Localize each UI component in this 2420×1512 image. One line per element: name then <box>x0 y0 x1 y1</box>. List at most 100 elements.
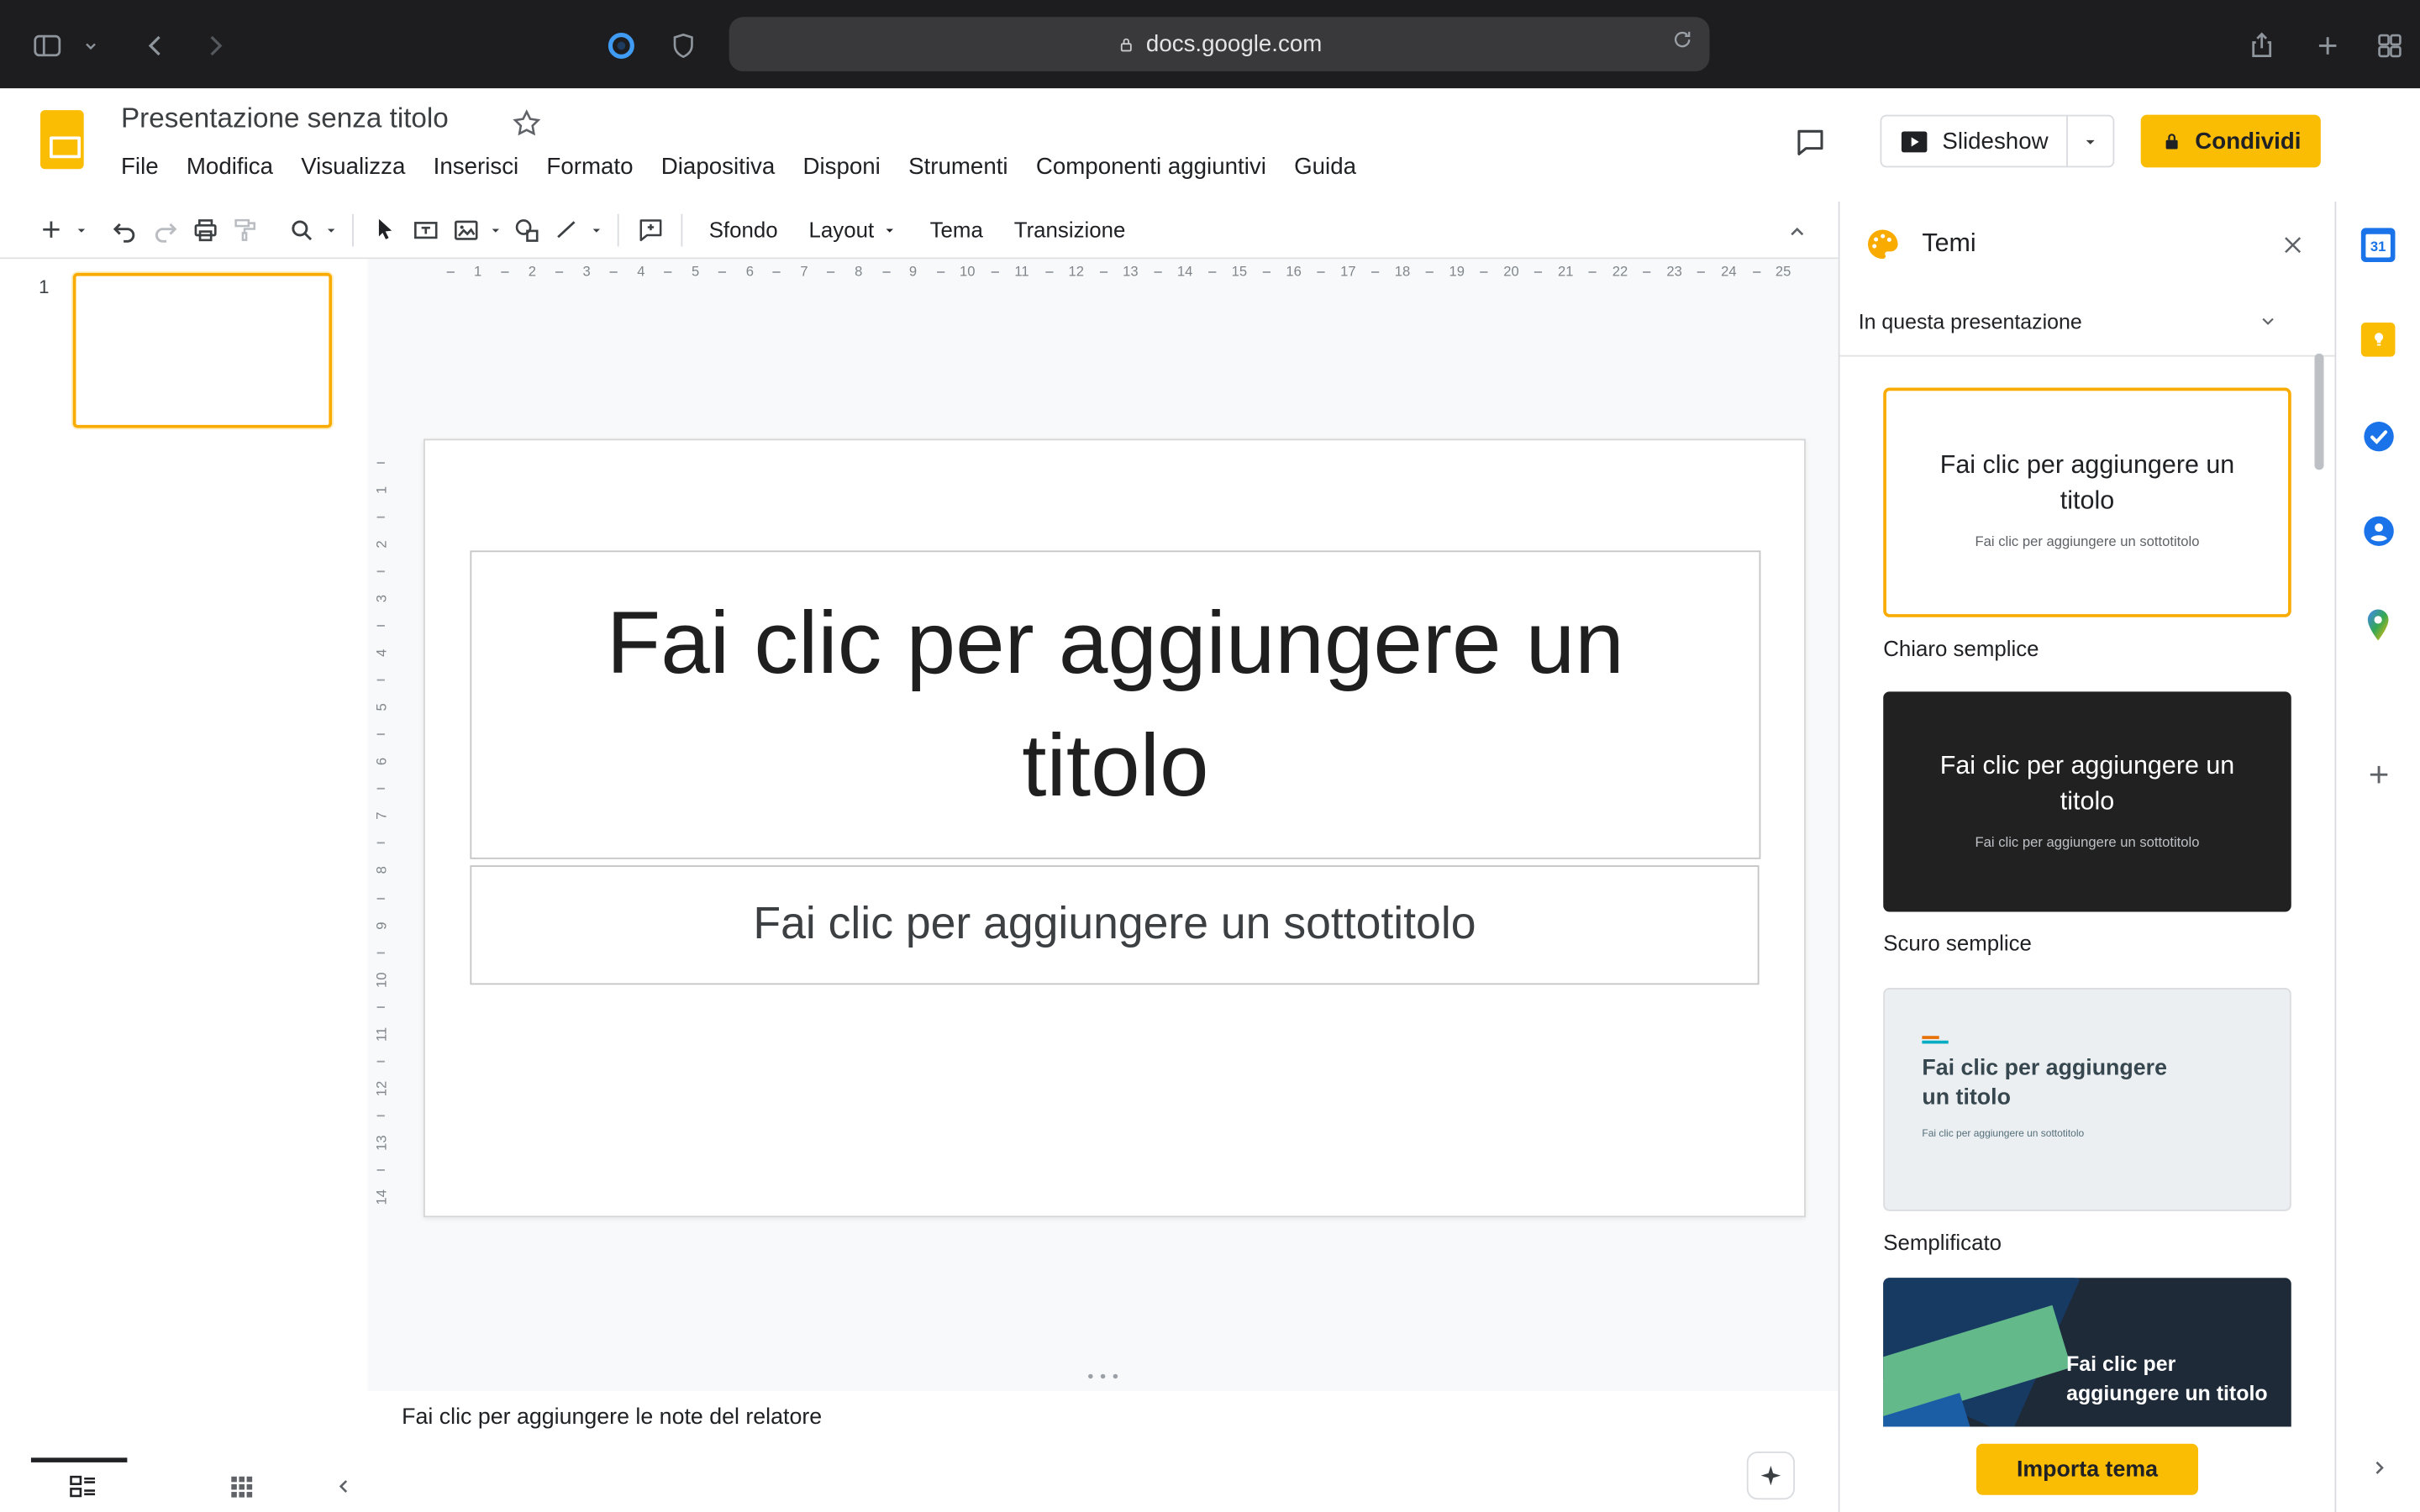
filmstrip-footer <box>0 1457 368 1512</box>
new-tab-icon[interactable] <box>2308 26 2345 63</box>
sidebar-icon[interactable] <box>28 26 65 63</box>
collapse-rail-icon[interactable] <box>2358 1446 2398 1487</box>
import-theme-button[interactable]: Importa tema <box>1976 1444 2198 1495</box>
share-icon[interactable] <box>2244 26 2281 63</box>
address-bar[interactable]: docs.google.com <box>729 17 1710 71</box>
new-slide-dropdown-icon[interactable] <box>71 209 92 249</box>
contacts-icon[interactable] <box>2358 510 2398 550</box>
textbox-icon[interactable] <box>405 209 445 249</box>
title-placeholder-text: Fai clic per aggiungere un titolo <box>471 582 1759 827</box>
print-icon[interactable] <box>185 209 225 249</box>
image-icon[interactable] <box>445 209 486 249</box>
chevron-down-icon <box>881 221 898 238</box>
add-comment-icon[interactable] <box>630 209 671 249</box>
chevron-down-icon <box>2257 310 2279 332</box>
document-title[interactable]: Presentazione senza titolo <box>121 102 449 135</box>
explore-button[interactable] <box>1747 1452 1795 1499</box>
slideshow-dropdown[interactable] <box>2067 116 2113 165</box>
menu-componenti-aggiuntivi[interactable]: Componenti aggiuntivi <box>1022 149 1280 184</box>
new-slide-button[interactable] <box>31 209 71 249</box>
speaker-notes-placeholder: Fai clic per aggiungere le note del rela… <box>402 1405 822 1431</box>
notes-resize-handle[interactable] <box>1088 1374 1118 1379</box>
slides-logo-icon[interactable] <box>40 110 84 169</box>
shape-icon[interactable] <box>506 209 546 249</box>
menu-file[interactable]: File <box>107 149 172 184</box>
subtitle-placeholder-text: Fai clic per aggiungere un sottotitolo <box>753 900 1476 951</box>
menu-modifica[interactable]: Modifica <box>172 149 287 184</box>
collapse-filmstrip-icon[interactable] <box>326 1470 360 1501</box>
slide-number: 1 <box>39 276 49 298</box>
zoom-icon[interactable] <box>281 209 321 249</box>
extension-icon[interactable] <box>602 26 639 63</box>
collapse-toolbar-icon[interactable] <box>1776 211 1817 251</box>
menu-disponi[interactable]: Disponi <box>789 149 895 184</box>
layout-button[interactable]: Layout <box>793 209 914 249</box>
screen: docs.google.com Presentazione senza tito… <box>0 0 2420 1512</box>
menu-inserisci[interactable]: Inserisci <box>419 149 533 184</box>
zoom-dropdown-icon[interactable] <box>321 209 341 249</box>
theme-button[interactable]: Tema <box>914 209 998 249</box>
image-dropdown-icon[interactable] <box>486 209 506 249</box>
redo-icon[interactable] <box>145 209 185 249</box>
theme-card-chiaro-semplice[interactable]: Fai clic per aggiungere un titoloFai cli… <box>1883 388 2291 617</box>
menu-strumenti[interactable]: Strumenti <box>894 149 1022 184</box>
explore-icon <box>1758 1462 1784 1488</box>
ruler-mark: 5 <box>374 696 389 721</box>
tasks-icon[interactable] <box>2358 416 2398 456</box>
transition-button[interactable]: Transizione <box>998 209 1141 249</box>
theme-card-partial-3[interactable]: Fai clic per aggiungere un titolo <box>1883 1278 2291 1426</box>
close-icon[interactable] <box>2274 226 2311 263</box>
slideshow-button[interactable]: Slideshow <box>1881 115 2115 168</box>
title-placeholder[interactable]: Fai clic per aggiungere un titolo <box>470 550 1760 858</box>
ruler-mark: 2 <box>374 532 389 557</box>
speaker-notes[interactable]: Fai clic per aggiungere le note del rela… <box>368 1391 1839 1512</box>
ruler-mark: 7 <box>374 804 389 829</box>
back-icon[interactable] <box>136 26 173 63</box>
slide-editor[interactable]: Fai clic per aggiungere un titolo Fai cl… <box>424 438 1806 1217</box>
ruler-mark: 19 <box>1444 264 1470 279</box>
ruler-mark: 8 <box>374 858 389 884</box>
comment-icon[interactable] <box>1787 119 1833 165</box>
share-button[interactable]: Condividi <box>2141 115 2322 168</box>
tab-overview-icon[interactable] <box>2370 26 2407 63</box>
slide-thumbnail[interactable] <box>73 273 332 428</box>
ruler-mark: 11 <box>1009 264 1034 279</box>
reload-icon[interactable] <box>1670 28 1694 51</box>
menu-guida[interactable]: Guida <box>1280 149 1370 184</box>
undo-icon[interactable] <box>104 209 145 249</box>
ruler-mark: 8 <box>846 264 871 279</box>
star-icon[interactable] <box>510 107 544 141</box>
panel-scrollbar[interactable] <box>2314 354 2323 470</box>
cursor-icon[interactable] <box>365 209 405 249</box>
ruler-mark: 3 <box>574 264 599 279</box>
menu-formato[interactable]: Formato <box>533 149 647 184</box>
filmstrip-view-icon[interactable] <box>66 1470 100 1501</box>
background-button[interactable]: Sfondo <box>693 209 793 249</box>
theme-card-title: Fai clic per aggiungere un titolo <box>2066 1349 2268 1408</box>
in-this-presentation-row[interactable]: In questa presentazione <box>1840 287 2335 357</box>
shield-icon[interactable] <box>664 26 701 63</box>
theme-card-semplificato[interactable]: Fai clic per aggiungere un titoloFai cli… <box>1883 988 2291 1211</box>
line-dropdown-icon[interactable] <box>587 209 607 249</box>
theme-card-title: Fai clic per aggiungere un titolo <box>1883 749 2291 821</box>
play-icon <box>1901 129 1928 153</box>
paint-format-icon[interactable] <box>225 209 266 249</box>
line-icon[interactable] <box>546 209 587 249</box>
add-addon-icon[interactable] <box>2358 753 2398 794</box>
menu-visualizza[interactable]: Visualizza <box>287 149 419 184</box>
keep-icon[interactable] <box>2358 319 2398 360</box>
subtitle-placeholder[interactable]: Fai clic per aggiungere un sottotitolo <box>470 865 1759 984</box>
chevron-down-icon[interactable] <box>77 26 103 63</box>
calendar-icon[interactable]: 31 <box>2358 225 2398 265</box>
editor-canvas[interactable]: 1234567891011121314151617181920212223242… <box>368 259 1839 1391</box>
menu-diapositiva[interactable]: Diapositiva <box>647 149 789 184</box>
section-label: In questa presentazione <box>1859 309 2082 333</box>
app-header: Presentazione senza titolo FileModificaV… <box>0 88 2420 202</box>
maps-icon[interactable] <box>2358 605 2398 645</box>
ruler-mark: 22 <box>1607 264 1633 279</box>
theme-card-scuro-semplice[interactable]: Fai clic per aggiungere un titoloFai cli… <box>1883 691 2291 911</box>
grid-view-icon[interactable] <box>224 1470 258 1501</box>
ruler-mark: 21 <box>1553 264 1578 279</box>
theme-cards: Fai clic per aggiungere un titolo Fai cli… <box>1840 355 2335 1427</box>
ruler-mark: 9 <box>901 264 926 279</box>
